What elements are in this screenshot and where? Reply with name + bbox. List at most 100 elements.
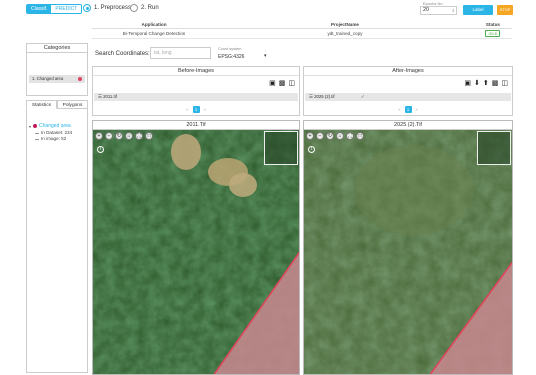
stats-tree: ▾ Changed area In Dataset: 234 In image:… <box>29 123 72 141</box>
radio-icon[interactable] <box>130 4 138 12</box>
rotate-icon[interactable]: ↻ <box>326 132 334 140</box>
rotate-icon[interactable]: ↻ <box>115 132 123 140</box>
zoom-in-icon[interactable]: + <box>95 132 103 140</box>
camera-icon[interactable]: ▣ <box>464 79 471 87</box>
next-page-button[interactable]: » <box>204 107 206 112</box>
delete-icon[interactable]: ◫ <box>288 79 295 87</box>
search-input[interactable]: lat, long <box>150 47 211 59</box>
list-icon: ☰ <box>98 94 102 99</box>
top-toolbar: Classif. PREDICT 1. Preprocess 2. Run Ep… <box>0 0 536 20</box>
step-run[interactable]: 2. Run <box>130 4 159 12</box>
after-pagination: « 1 » <box>304 106 512 113</box>
step-preprocess-label: 1. Preprocess <box>94 5 132 11</box>
spinner-icon[interactable]: ⇕ <box>452 7 455 14</box>
category-item-label: 1. Changed area <box>32 76 64 81</box>
prev-page-button[interactable]: « <box>398 107 400 112</box>
tab-polygons[interactable]: Polygons <box>57 100 88 109</box>
tree-leaf-dataset: In Dataset: 234 <box>34 130 72 135</box>
list-item[interactable]: ☰ 2011.tif <box>94 93 298 101</box>
page-button[interactable]: 1 <box>192 106 200 113</box>
statistics-panel: ▾ Changed area In Dataset: 234 In image:… <box>26 109 88 373</box>
before-pagination: « 1 » <box>93 106 299 113</box>
before-satellite-image <box>93 130 299 374</box>
after-map-viewer[interactable]: 2025 (2).Tif + − ↻ ⌂ ⛶ □ i <box>303 120 513 375</box>
fit-icon[interactable]: □ <box>356 132 364 140</box>
after-toolbar: ▣ ⬇ ⬆ ▩ ◫ <box>464 79 508 87</box>
page-button[interactable]: 1 <box>404 106 412 113</box>
after-satellite-image <box>304 130 512 374</box>
info-icon[interactable]: i <box>97 146 104 153</box>
map-tools: + − ↻ ⌂ ⛶ □ <box>306 132 364 140</box>
before-map-title: 2011.Tif <box>93 121 299 130</box>
categories-list: 1. Changed area <box>27 53 87 95</box>
home-icon[interactable]: ⌂ <box>336 132 344 140</box>
after-map-title: 2025 (2).Tif <box>304 121 512 130</box>
train-button[interactable]: Label <box>463 5 493 15</box>
project-table: Application ProjectName Status Bi-Tempor… <box>92 21 512 40</box>
check-icon: ✓ <box>361 94 365 99</box>
header-application: Application <box>141 22 167 27</box>
add-image-icon[interactable]: ▩ <box>492 79 499 87</box>
next-page-button[interactable]: » <box>416 107 418 112</box>
camera-icon[interactable]: ▣ <box>269 79 276 87</box>
fit-icon[interactable]: □ <box>145 132 153 140</box>
add-image-icon[interactable]: ▩ <box>279 79 286 87</box>
cell-application: Bi-Temporal Change Detection <box>122 31 186 36</box>
category-color-dot <box>33 124 38 128</box>
download-icon[interactable]: ⬇ <box>474 79 480 87</box>
after-images-title: After-Images <box>304 67 512 76</box>
list-item[interactable]: ☰ 2025 (2).tif ✓ <box>305 93 511 101</box>
category-color-dot <box>78 77 82 81</box>
header-status: Status <box>485 22 500 27</box>
mode-switch[interactable]: Classif. PREDICT <box>26 4 83 14</box>
delete-icon[interactable]: ◫ <box>501 79 508 87</box>
file-name: 2011.tif <box>103 94 117 99</box>
mode-predict-button[interactable]: PREDICT <box>51 5 82 13</box>
before-images-panel: Before-Images ▣ ▩ ◫ ☰ 2011.tif « 1 » <box>92 66 300 116</box>
list-icon: ☰ <box>309 94 313 99</box>
stop-button[interactable]: STOP <box>497 5 513 15</box>
categories-panel: Categories 1. Changed area <box>26 43 88 96</box>
overview-map[interactable] <box>264 131 298 165</box>
tree-leaf-image: In image: 52 <box>34 136 72 141</box>
left-sidebar: Categories 1. Changed area Statistics Po… <box>26 43 88 375</box>
fullscreen-icon[interactable]: ⛶ <box>135 132 143 140</box>
prev-page-button[interactable]: « <box>186 107 188 112</box>
table-row[interactable]: Bi-Temporal Change Detection ydt_trained… <box>92 29 512 39</box>
zoom-out-icon[interactable]: − <box>105 132 113 140</box>
coord-system-select[interactable]: EPSG:4326 <box>218 54 244 60</box>
status-badge: IDLE <box>485 30 501 37</box>
epochs-input[interactable]: 20 ⇕ <box>420 6 457 15</box>
fullscreen-icon[interactable]: ⛶ <box>346 132 354 140</box>
overview-map[interactable] <box>477 131 511 165</box>
chevron-down-icon[interactable]: ▾ <box>264 53 267 59</box>
collapse-icon[interactable]: ▾ <box>29 124 31 129</box>
before-images-title: Before-Images <box>93 67 299 76</box>
category-item-changed-area[interactable]: 1. Changed area <box>29 75 85 83</box>
zoom-in-icon[interactable]: + <box>306 132 314 140</box>
tab-statistics[interactable]: Statistics <box>26 100 57 109</box>
step-run-label: 2. Run <box>141 5 159 11</box>
after-images-panel: After-Images ▣ ⬇ ⬆ ▩ ◫ ☰ 2025 (2).tif ✓ … <box>303 66 513 116</box>
header-project-name: ProjectName <box>330 22 359 27</box>
home-icon[interactable]: ⌂ <box>125 132 133 140</box>
search-coordinates-label: Search Coordinates: <box>95 51 150 57</box>
categories-title: Categories <box>27 44 87 53</box>
upload-icon[interactable]: ⬆ <box>483 79 489 87</box>
map-tools: + − ↻ ⌂ ⛶ □ <box>95 132 153 140</box>
stats-tabs: Statistics Polygons <box>26 100 88 109</box>
info-icon[interactable]: i <box>308 146 315 153</box>
cell-status: IDLE <box>474 29 512 38</box>
before-map-viewer[interactable]: 2011.Tif + − ↻ ⌂ ⛶ □ i <box>92 120 300 375</box>
tree-root[interactable]: ▾ Changed area <box>29 123 72 129</box>
step-preprocess[interactable]: 1. Preprocess <box>83 4 131 12</box>
coord-system-label: Coord system <box>218 47 242 51</box>
cell-project-name: ydt_trained_copy <box>327 31 363 36</box>
mode-train-button[interactable]: Classif. <box>27 5 52 13</box>
project-table-header: Application ProjectName Status <box>92 21 512 29</box>
tree-root-label: Changed area <box>39 123 71 129</box>
file-name: 2025 (2).tif <box>314 94 335 99</box>
radio-selected-icon[interactable] <box>83 4 91 12</box>
zoom-out-icon[interactable]: − <box>316 132 324 140</box>
epochs-value: 20 <box>423 7 430 13</box>
